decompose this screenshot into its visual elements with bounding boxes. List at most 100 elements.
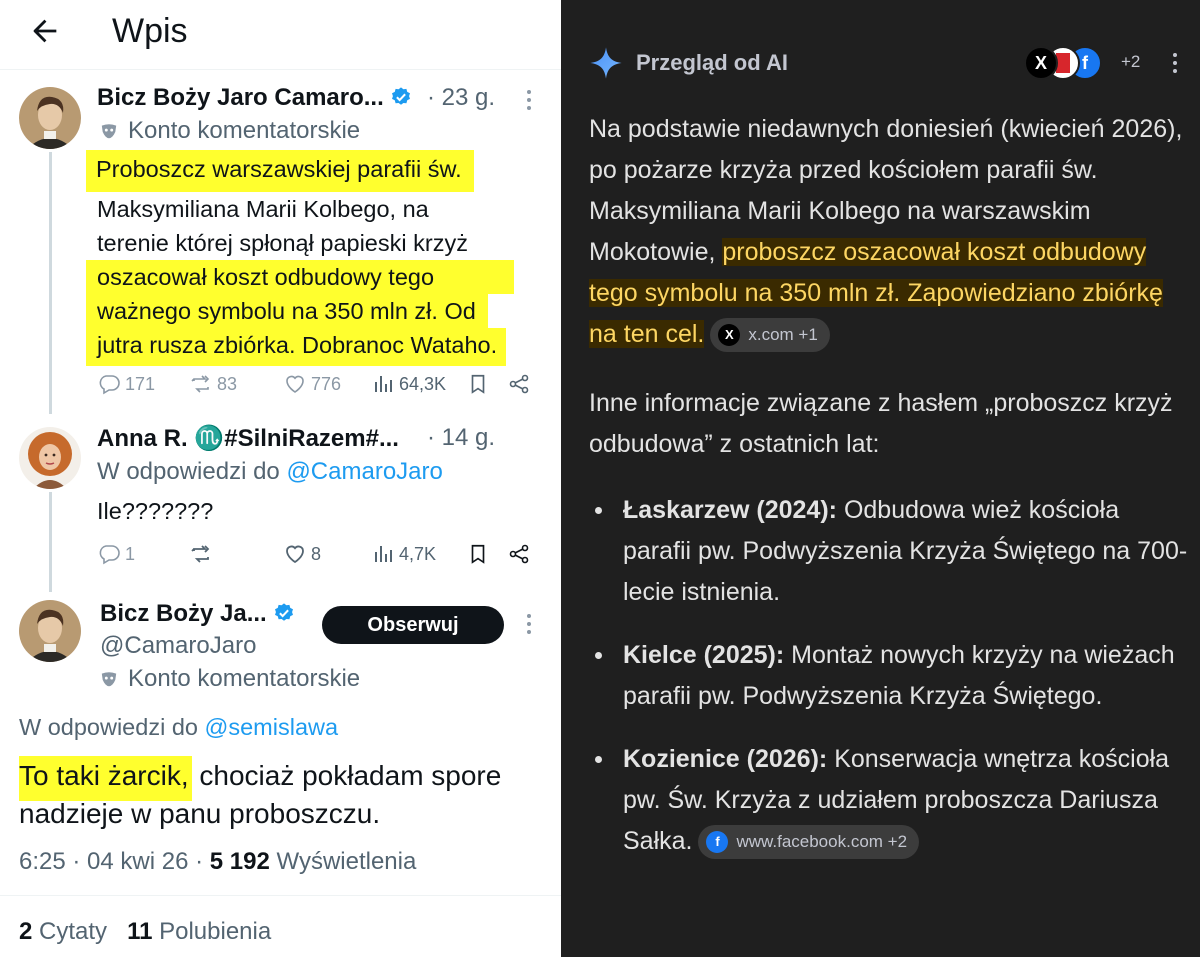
mask-icon xyxy=(101,124,117,139)
ai-overview-title: Przegląd od AI xyxy=(636,50,788,75)
ai-bullet-list: Łaskarzew (2024): Odbudowa wież kościoła… xyxy=(589,490,1189,884)
share-icon[interactable] xyxy=(507,542,531,566)
quotes-label: Cytaty xyxy=(39,918,108,945)
like-count: 8 xyxy=(311,543,322,564)
author-name[interactable]: Bicz Boży Ja... xyxy=(100,600,295,628)
avatar[interactable] xyxy=(19,87,81,149)
facebook-logo-icon: f xyxy=(706,831,729,853)
verified-badge-icon xyxy=(391,87,410,105)
tweet-text-line: jutra rusza zbiórka. Dobranoc Wataho. xyxy=(86,328,507,366)
author-name-text: Bicz Boży Ja... xyxy=(100,600,267,627)
heart-icon xyxy=(286,545,304,564)
author-name[interactable]: Anna R. ♏#SilniRazem#... xyxy=(97,424,399,453)
source-avatars[interactable]: X f +2 xyxy=(1024,46,1140,80)
tweet-time: · 14 g. xyxy=(427,424,496,451)
avatar[interactable] xyxy=(19,600,81,662)
reply-button[interactable]: 171 xyxy=(97,370,155,398)
repost-button[interactable]: 83 xyxy=(189,370,237,398)
like-button[interactable]: 8 xyxy=(283,540,321,568)
quotes-count: 2 xyxy=(19,918,33,945)
follow-button[interactable]: Obserwuj xyxy=(322,606,504,644)
views-count: 4,7K xyxy=(399,543,437,564)
list-item: Łaskarzew (2024): Odbudowa wież kościoła… xyxy=(589,490,1189,613)
list-item: Kielce (2025): Montaż nowych krzyży na w… xyxy=(589,635,1189,717)
likes-link[interactable]: 11 Polubienia xyxy=(127,918,271,945)
views-icon xyxy=(375,376,392,392)
ai-intro-paragraph: Inne informacje związane z hasłem „probo… xyxy=(589,389,1173,458)
tweet-text: Ile??????? xyxy=(97,498,214,524)
page-title: Wpis xyxy=(112,12,188,50)
views-count: 64,3K xyxy=(399,373,447,394)
tweet-text-line: Maksymiliana Marii Kolbego, na xyxy=(97,196,429,222)
share-icon[interactable] xyxy=(507,372,531,396)
repost-button[interactable] xyxy=(189,540,213,568)
tweet-text-line: ważnego symbolu na 350 mln zł. Od xyxy=(86,294,488,328)
thread-line xyxy=(49,492,52,592)
reply-to-prefix: W odpowiedzi do xyxy=(97,458,280,485)
divider xyxy=(0,895,561,896)
author-name-text: Bicz Boży Jaro Camaro... xyxy=(97,84,384,111)
source-chip[interactable]: Xx.com +1 xyxy=(710,318,830,352)
mask-icon xyxy=(101,672,117,687)
mention-link[interactable]: @CamaroJaro xyxy=(286,458,442,485)
bookmark-icon[interactable] xyxy=(467,372,489,396)
likes-count: 11 xyxy=(127,918,153,945)
views-count: 5 192 xyxy=(209,848,270,875)
sparkle-icon xyxy=(590,47,622,79)
reply-count: 171 xyxy=(125,373,156,394)
tweet-text-line: terenie której spłonął papieski krzyż xyxy=(97,230,468,256)
more-options-icon[interactable] xyxy=(1172,53,1178,75)
post-header: Wpis xyxy=(0,0,561,70)
tweet-time: · 23 g. xyxy=(427,84,496,111)
quotes-link[interactable]: 2 Cytaty xyxy=(19,918,107,945)
views-button[interactable]: 4,7K xyxy=(371,540,436,568)
sources-more-count: +2 xyxy=(1121,52,1141,71)
tweet-timestamp: 6:25 · 04 kwi 26 · 5 192 Wyświetlenia xyxy=(19,848,416,876)
tweet-text: Proboszcz warszawskiej parafii św. Maksy… xyxy=(86,150,561,366)
list-item-title: Kozienice (2026): xyxy=(623,745,828,773)
ai-overview-pane: Przegląd od AI X f +2 Na podstawie nieda… xyxy=(561,0,1200,957)
like-button[interactable]: 776 xyxy=(283,370,341,398)
more-options-icon[interactable] xyxy=(526,90,532,112)
reply-icon xyxy=(99,375,120,395)
author-name[interactable]: Bicz Boży Jaro Camaro... xyxy=(97,84,412,112)
reply-to-prefix: W odpowiedzi do xyxy=(19,714,198,740)
reply-to-label: W odpowiedzi do @CamaroJaro xyxy=(97,458,443,486)
highlighted-text: To taki żarcik, xyxy=(19,756,192,801)
more-options-icon[interactable] xyxy=(526,614,532,636)
ai-summary-paragraph: Na podstawie niedawnych doniesień (kwiec… xyxy=(589,109,1189,355)
thread-line xyxy=(49,152,52,414)
list-item-title: Kielce (2025): xyxy=(623,641,785,669)
author-handle[interactable]: @CamaroJaro xyxy=(100,632,256,660)
source-chip-label: x.com +1 xyxy=(748,325,818,344)
source-chip-label: www.facebook.com +2 xyxy=(736,832,908,851)
x-logo-icon: X xyxy=(718,324,741,346)
avatar[interactable] xyxy=(19,427,81,489)
tweet-thread-pane: Wpis Bicz Boży Jaro Camaro... · 23 g. Ko… xyxy=(0,0,561,957)
mention-link[interactable]: @semislawa xyxy=(205,714,339,740)
account-label-text: Konto komentatorskie xyxy=(128,117,361,144)
engagement-stats: 2 Cytaty 11 Polubienia xyxy=(19,918,271,946)
bookmark-icon[interactable] xyxy=(467,542,489,566)
repost-icon xyxy=(191,375,210,393)
main-tweet-text: To taki żarcik, chociaż pokładam spore n… xyxy=(19,756,539,833)
verified-badge-icon xyxy=(274,603,293,621)
reply-button[interactable]: 1 xyxy=(97,540,135,568)
heart-icon xyxy=(286,375,304,393)
tweet-time: 6:25 · 04 kwi 26 · xyxy=(19,848,204,875)
likes-label: Polubienia xyxy=(159,918,272,945)
list-item: Kozienice (2026): Konserwacja wnętrza ko… xyxy=(589,739,1189,862)
source-chip[interactable]: f www.facebook.com +2 xyxy=(698,825,920,859)
back-arrow-icon[interactable] xyxy=(28,14,62,48)
account-label-text: Konto komentatorskie xyxy=(128,665,361,692)
tweet-text-line: Proboszcz warszawskiej parafii św. xyxy=(86,150,474,192)
x-logo-icon: X xyxy=(1024,46,1058,80)
repost-icon xyxy=(191,545,210,563)
reply-to-label: W odpowiedzi do @semislawa xyxy=(19,714,338,741)
views-button[interactable]: 64,3K xyxy=(371,370,446,398)
tweet-actions: 171 83 776 64,3K xyxy=(97,370,537,398)
reply-count: 1 xyxy=(125,543,136,564)
tweet-actions: 1 8 4,7K xyxy=(97,540,537,568)
reply-icon xyxy=(99,545,120,565)
views-icon xyxy=(375,546,392,562)
